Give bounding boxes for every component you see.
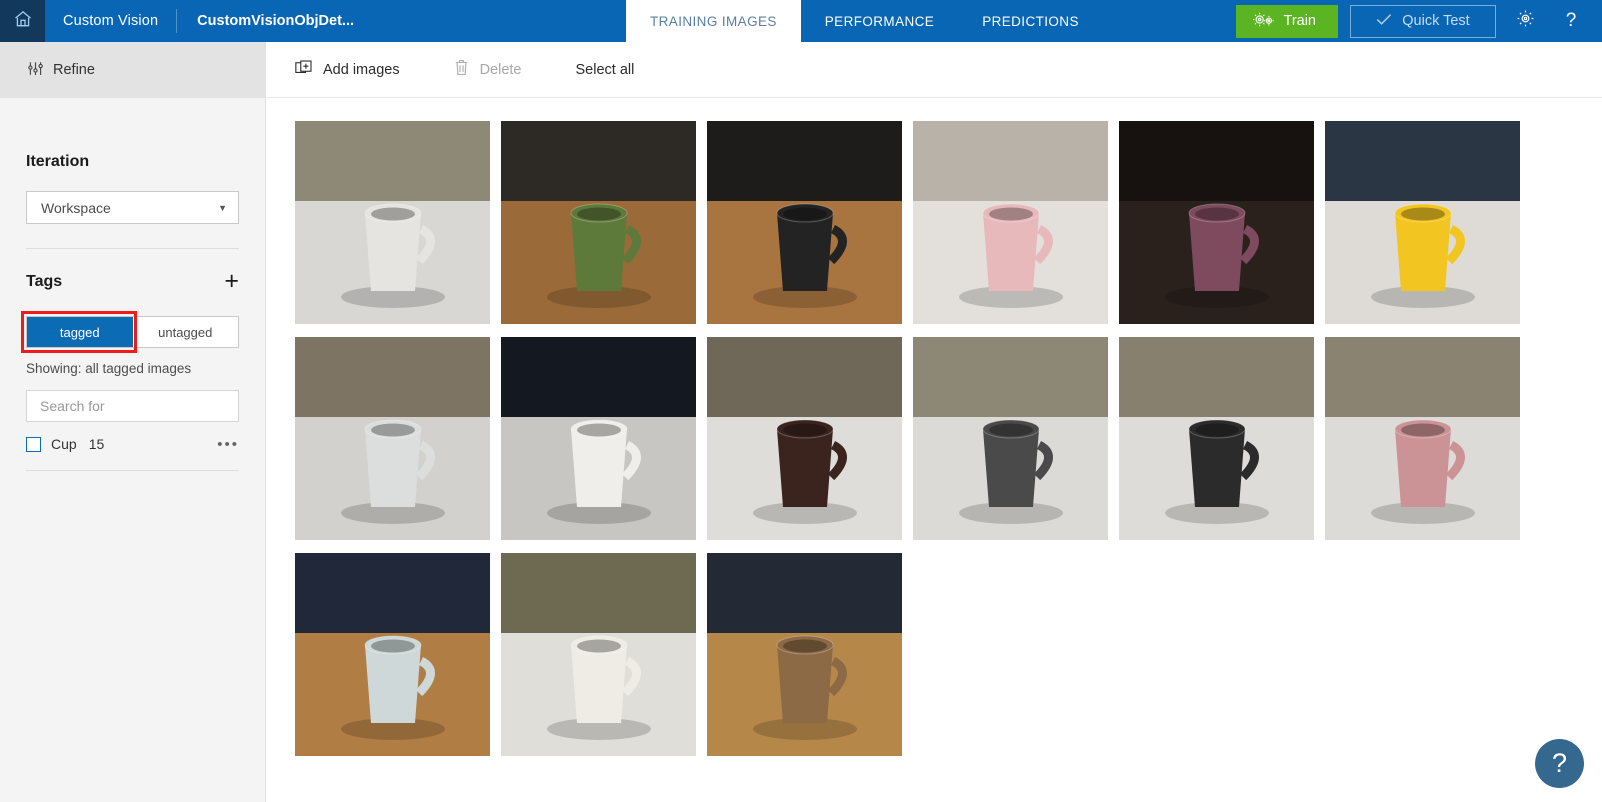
custom-vision-app: Custom Vision CustomVisionObjDet... TRAI… [0,0,1602,802]
tagged-toggle: tagged untagged [26,316,239,348]
project-name[interactable]: CustomVisionObjDet... [177,0,374,42]
thumbnail-photo [295,337,490,540]
toggle-tagged[interactable]: tagged [27,317,133,347]
thumbnail-photo [295,553,490,756]
main-content: Add images Delete Select all [266,42,1602,802]
image-thumbnail[interactable] [707,121,902,324]
plus-icon[interactable]: + [224,269,239,294]
thumbnail-photo [1325,121,1520,324]
gear-icon [1516,9,1535,33]
image-thumbnail[interactable] [913,121,1108,324]
image-grid [266,98,1566,756]
add-images-label: Add images [323,61,400,78]
brand-label: Custom Vision [63,13,159,29]
brand-link[interactable]: Custom Vision [45,0,176,42]
tab-performance[interactable]: PERFORMANCE [801,0,958,42]
toggle-tagged-label: tagged [59,324,100,340]
image-thumbnail[interactable] [295,553,490,756]
delete-label: Delete [479,61,522,78]
quick-test-label: Quick Test [1402,13,1470,29]
gears-icon [1252,11,1275,32]
image-thumbnail[interactable] [913,337,1108,540]
thumbnail-photo [913,121,1108,324]
quick-test-button[interactable]: Quick Test [1350,4,1496,38]
header-tabs: TRAINING IMAGES PERFORMANCE PREDICTIONS [626,0,1103,42]
delete-button: Delete [454,59,522,80]
tag-checkbox[interactable] [26,436,41,452]
select-all-label: Select all [575,61,635,78]
tags-heading: Tags [26,272,63,290]
thumbnail-photo [707,337,902,540]
iteration-heading: Iteration [26,153,90,170]
tab-training-images[interactable]: TRAINING IMAGES [626,0,801,42]
tab-performance-label: PERFORMANCE [824,13,935,29]
image-thumbnail[interactable] [295,337,490,540]
train-button[interactable]: Train [1235,4,1338,38]
add-image-icon [295,59,312,80]
toggle-untagged-label: untagged [158,324,213,340]
refine-label: Refine [53,62,95,78]
image-thumbnail[interactable] [295,121,490,324]
thumbnail-photo [913,337,1108,540]
image-thumbnail[interactable] [1325,337,1520,540]
app-header: Custom Vision CustomVisionObjDet... TRAI… [0,0,1602,42]
select-all-button[interactable]: Select all [576,62,635,78]
image-thumbnail[interactable] [1325,121,1520,324]
sidebar-divider [26,248,239,249]
tag-list-item[interactable]: Cup 15 ••• [26,436,239,452]
trash-icon [454,59,469,80]
image-thumbnail[interactable] [501,553,696,756]
thumbnail-photo [295,121,490,324]
showing-label: Showing: all tagged images [26,361,192,376]
tags-header: Tags + [26,269,239,294]
image-thumbnail[interactable] [501,121,696,324]
train-label: Train [1283,13,1317,29]
help-fab-button[interactable]: ? [1535,739,1584,788]
home-button[interactable] [0,0,45,42]
home-icon [13,9,33,34]
header-help-button[interactable]: ? [1554,4,1588,38]
thumbnail-photo [707,553,902,756]
thumbnail-photo [1119,337,1314,540]
tag-search-input[interactable] [40,398,225,414]
tag-name: Cup [51,436,77,452]
tag-count: 15 [88,436,105,452]
ellipsis-icon[interactable]: ••• [217,437,239,452]
question-icon: ? [1565,10,1577,31]
checkmark-icon [1376,13,1392,30]
thumbnail-photo [501,121,696,324]
tag-list-divider [26,470,239,471]
settings-button[interactable] [1508,4,1542,38]
image-thumbnail[interactable] [707,553,902,756]
sliders-icon [27,60,44,81]
thumbnail-photo [501,337,696,540]
header-actions: Train Quick Test ? [1235,0,1602,42]
project-label: CustomVisionObjDet... [197,13,355,29]
sidebar-body: Iteration Workspace ▼ Tags + tagged unta… [0,153,265,471]
sidebar: Refine Iteration Workspace ▼ Tags + tagg… [0,42,266,802]
tab-predictions-label: PREDICTIONS [982,13,1079,29]
tagged-toggle-wrap: tagged untagged [21,311,239,353]
tab-training-images-label: TRAINING IMAGES [650,13,777,29]
add-images-button[interactable]: Add images [295,59,400,80]
chevron-down-icon: ▼ [218,202,227,213]
image-thumbnail[interactable] [707,337,902,540]
tag-search-box[interactable] [26,390,239,422]
tab-predictions[interactable]: PREDICTIONS [958,0,1103,42]
iteration-select[interactable]: Workspace ▼ [26,191,239,224]
images-toolbar: Add images Delete Select all [266,42,1602,98]
toggle-untagged[interactable]: untagged [133,317,239,347]
refine-button[interactable]: Refine [0,42,265,98]
image-thumbnail[interactable] [1119,337,1314,540]
thumbnail-photo [1119,121,1314,324]
image-thumbnail[interactable] [501,337,696,540]
question-icon: ? [1551,748,1568,778]
thumbnail-photo [501,553,696,756]
thumbnail-photo [1325,337,1520,540]
thumbnail-photo [707,121,902,324]
iteration-value: Workspace [41,199,111,216]
image-thumbnail[interactable] [1119,121,1314,324]
